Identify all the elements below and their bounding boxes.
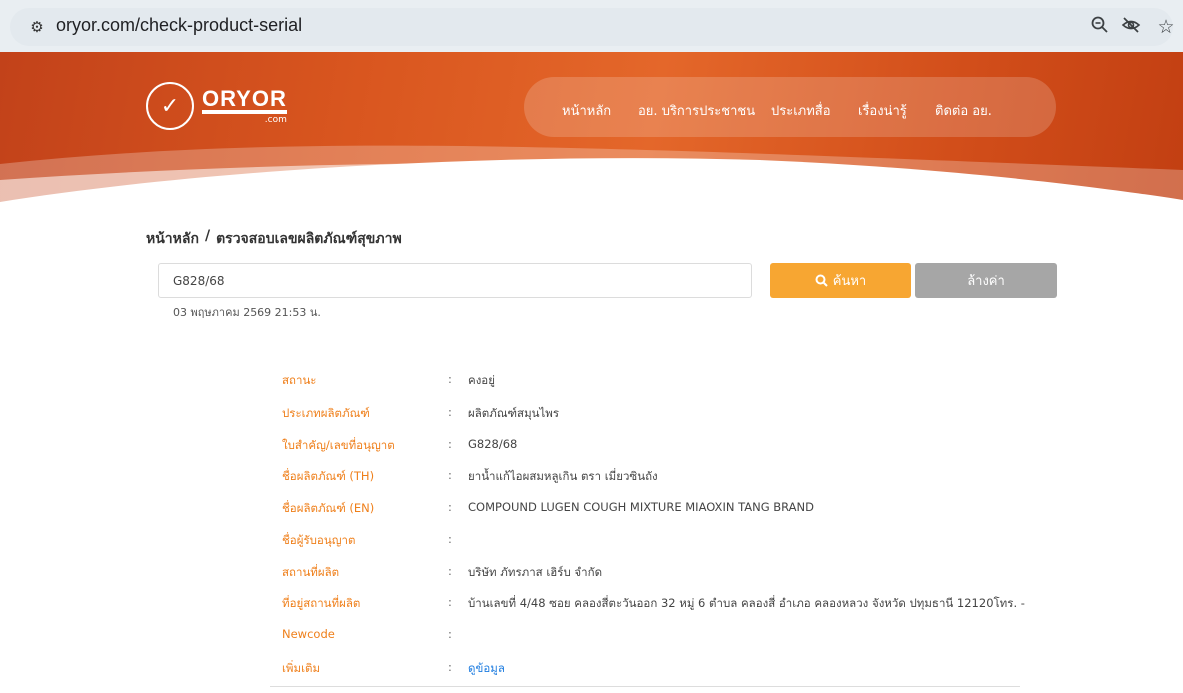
star-icon[interactable]: ☆ (1154, 15, 1178, 39)
detail-label: เพิ่มเติม (282, 661, 321, 675)
search-timestamp: 03 พฤษภาคม 2569 21:53 น. (173, 306, 321, 319)
url-text[interactable]: oryor.com/check-product-serial (56, 15, 302, 36)
oryor-logo[interactable]: ✓ ORYOR .com (146, 82, 287, 130)
detail-label: ใบสำคัญ/เลขที่อนุญาต (282, 438, 395, 452)
detail-colon: : (448, 627, 452, 641)
detail-row-newcode: Newcode : (270, 618, 1020, 650)
nav-home[interactable]: หน้าหลัก (562, 100, 611, 121)
nav-public-services[interactable]: อย. บริการประชาชน (638, 100, 755, 121)
detail-row-licensee: ชื่อผู้รับอนุญาต : (270, 523, 1020, 555)
detail-value: บริษัท ภัทรภาส เฮิร์บ จำกัด (468, 565, 603, 579)
detail-colon: : (448, 437, 452, 451)
serial-search-input[interactable] (158, 263, 752, 298)
detail-value: G828/68 (468, 437, 518, 451)
search-button[interactable]: ค้นหา (770, 263, 911, 298)
clear-button[interactable]: ล้างค่า (915, 263, 1057, 298)
detail-value: บ้านเลขที่ 4/48 ซอย คลองสี่ตะวันออก 32 ห… (468, 596, 1025, 610)
nav-contact[interactable]: ติดต่อ อย. (935, 100, 992, 121)
detail-value: ผลิตภัณฑ์สมุนไพร (468, 406, 560, 420)
view-info-link[interactable]: ดูข้อมูล (468, 660, 505, 678)
detail-row-status: สถานะ : คงอยู่ (270, 363, 1020, 395)
detail-label: สถานที่ผลิต (282, 565, 340, 579)
detail-label: ประเภทผลิตภัณฑ์ (282, 406, 370, 420)
detail-value: คงอยู่ (468, 373, 495, 387)
search-button-label: ค้นหา (832, 274, 867, 289)
nav-knowledge[interactable]: เรื่องน่ารู้ (858, 100, 907, 121)
detail-colon: : (448, 660, 452, 674)
breadcrumb-current: ตรวจสอบเลขผลิตภัณฑ์สุขภาพ (216, 231, 402, 247)
detail-label: Newcode (282, 627, 335, 641)
detail-row-name-en: ชื่อผลิตภัณฑ์ (EN) : COMPOUND LUGEN COUG… (270, 491, 1020, 523)
detail-row-manufacturer-address: ที่อยู่สถานที่ผลิต : บ้านเลขที่ 4/48 ซอย… (270, 586, 1025, 618)
detail-row-product-type: ประเภทผลิตภัณฑ์ : ผลิตภัณฑ์สมุนไพร (270, 396, 1020, 428)
breadcrumb: หน้าหลัก / ตรวจสอบเลขผลิตภัณฑ์สุขภาพ (146, 228, 402, 250)
detail-value: COMPOUND LUGEN COUGH MIXTURE MIAOXIN TAN… (468, 500, 814, 514)
tune-icon[interactable]: ⚙ (26, 16, 48, 38)
detail-colon: : (448, 468, 452, 482)
detail-colon: : (448, 595, 452, 609)
nav-media-types[interactable]: ประเภทสื่อ (771, 100, 831, 121)
logo-emblem-icon: ✓ (146, 82, 194, 130)
zoom-out-icon[interactable] (1088, 15, 1112, 39)
site-header: ✓ ORYOR .com หน้าหลัก อย. บริการประชาชน … (0, 52, 1183, 217)
detail-value: ยาน้ำแก้ไอผสมหลูเกิน ตรา เมี่ยวซินถัง (468, 469, 658, 483)
eye-off-icon[interactable] (1119, 15, 1143, 39)
logo-subtext: .com (202, 109, 287, 125)
detail-label: ชื่อผลิตภัณฑ์ (EN) (282, 501, 375, 515)
detail-label: ชื่อผู้รับอนุญาต (282, 533, 356, 547)
detail-row-more: เพิ่มเติม : ดูข้อมูล (270, 651, 1020, 683)
detail-row-manufacturer: สถานที่ผลิต : บริษัท ภัทรภาส เฮิร์บ จำกั… (270, 555, 1020, 587)
breadcrumb-home[interactable]: หน้าหลัก (146, 228, 199, 250)
detail-label: ชื่อผลิตภัณฑ์ (TH) (282, 469, 375, 483)
detail-label: ที่อยู่สถานที่ผลิต (282, 596, 361, 610)
detail-colon: : (448, 532, 452, 546)
detail-colon: : (448, 405, 452, 419)
logo-text: ORYOR (202, 85, 287, 111)
detail-colon: : (448, 372, 452, 386)
detail-row-license-number: ใบสำคัญ/เลขที่อนุญาต : G828/68 (270, 428, 1020, 460)
browser-toolbar: ⚙ oryor.com/check-product-serial ☆ (0, 0, 1183, 52)
detail-row-name-th: ชื่อผลิตภัณฑ์ (TH) : ยาน้ำแก้ไอผสมหลูเกิ… (270, 459, 1020, 491)
search-icon (815, 274, 828, 287)
details-divider (270, 686, 1020, 687)
detail-colon: : (448, 564, 452, 578)
detail-label: สถานะ (282, 373, 317, 387)
detail-colon: : (448, 500, 452, 514)
breadcrumb-separator: / (204, 228, 211, 244)
